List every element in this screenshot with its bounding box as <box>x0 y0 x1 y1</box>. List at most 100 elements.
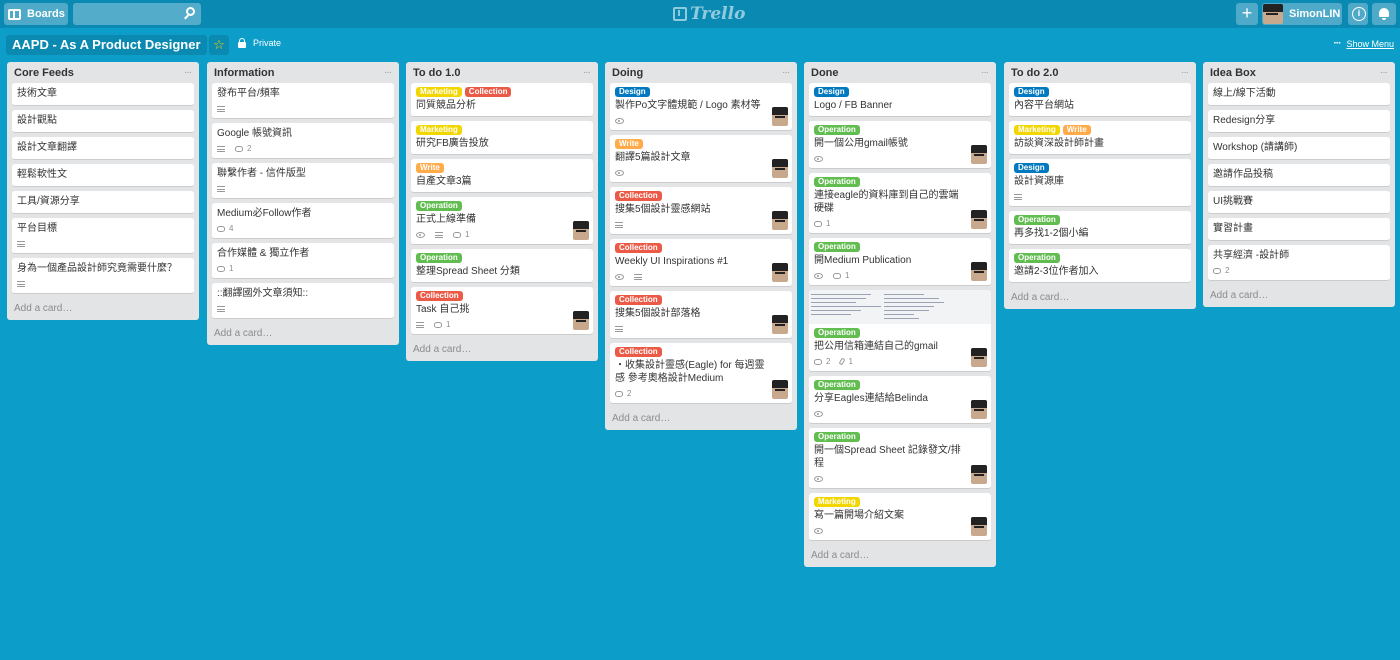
list-menu-icon[interactable]: ··· <box>981 67 989 78</box>
card[interactable]: 技術文章 <box>12 83 194 106</box>
list-menu-icon[interactable]: ··· <box>782 67 790 78</box>
list-title[interactable]: Doing <box>612 67 643 79</box>
list-menu-icon[interactable]: ··· <box>184 67 192 78</box>
card[interactable]: Operation 再多找1-2個小編 <box>1009 211 1191 245</box>
member-avatar[interactable] <box>573 311 589 330</box>
card[interactable]: Marketing 寫一篇開場介紹文案 <box>809 493 991 541</box>
card[interactable]: UI挑戰賽 <box>1208 191 1390 214</box>
member-avatar[interactable] <box>971 145 987 164</box>
card[interactable]: Workshop (請講師) <box>1208 137 1390 160</box>
member-avatar[interactable] <box>772 107 788 126</box>
star-icon[interactable]: ☆ <box>209 35 229 55</box>
list-menu-icon[interactable]: ··· <box>384 67 392 78</box>
visibility-button[interactable]: Private <box>238 37 281 48</box>
card[interactable]: Operation 開一個Spread Sheet 記錄發文/排程 <box>809 428 991 489</box>
card[interactable]: 聯繫作者 - 信件版型 <box>212 163 394 199</box>
boards-button[interactable]: Boards <box>4 3 68 25</box>
card[interactable]: 共享經濟 -設計師 2 <box>1208 245 1390 281</box>
card[interactable]: 設計觀點 <box>12 110 194 133</box>
card[interactable]: Marketing 研究FB廣告投放 <box>411 121 593 155</box>
search-icon[interactable] <box>186 7 195 16</box>
card[interactable]: Marketing Collection 同質競品分析 <box>411 83 593 117</box>
member-avatar[interactable] <box>971 348 987 367</box>
card[interactable]: ::翻譯國外文章須知:: <box>212 283 394 319</box>
member-avatar[interactable] <box>772 159 788 178</box>
show-menu-button[interactable]: ··· Show Menu <box>1333 38 1394 49</box>
info-button[interactable] <box>1348 3 1368 25</box>
card[interactable]: Redesign分享 <box>1208 110 1390 133</box>
card[interactable]: Operation 把公用信箱連結自己的gmail 2 1 <box>809 290 991 372</box>
card[interactable]: Collection 搜集5個設計靈感網站 <box>610 187 792 235</box>
list-menu-icon[interactable]: ··· <box>583 67 591 78</box>
add-card-link[interactable]: Add a card… <box>1208 285 1390 307</box>
add-card-link[interactable]: Add a card… <box>1009 287 1191 309</box>
list-header: To do 1.0 ··· <box>411 62 593 83</box>
card-labels: Operation <box>416 253 588 263</box>
card[interactable]: Write 翻譯5篇設計文章 <box>610 135 792 183</box>
list-title[interactable]: Core Feeds <box>14 67 74 79</box>
card[interactable]: Operation 整理Spread Sheet 分類 <box>411 249 593 283</box>
member-avatar[interactable] <box>971 262 987 281</box>
card[interactable]: 實習計畫 <box>1208 218 1390 241</box>
paperclip-icon <box>838 357 846 366</box>
member-avatar[interactable] <box>772 315 788 334</box>
list-title[interactable]: Idea Box <box>1210 67 1256 79</box>
member-avatar[interactable] <box>971 210 987 229</box>
card[interactable]: Collection Weekly UI Inspirations #1 <box>610 239 792 287</box>
label-write: Write <box>1062 125 1091 135</box>
comment-count: 4 <box>229 224 234 233</box>
card[interactable]: Collection ・收集設計靈感(Eagle) for 每週靈感 參考奧格設計… <box>610 343 792 404</box>
member-avatar[interactable] <box>971 400 987 419</box>
card[interactable]: 工具/資源分享 <box>12 191 194 214</box>
card[interactable]: 平台目標 <box>12 218 194 254</box>
card[interactable]: 合作媒體 & 獨立作者 1 <box>212 243 394 279</box>
add-card-link[interactable]: Add a card… <box>12 298 194 320</box>
card[interactable]: 輕鬆軟性文 <box>12 164 194 187</box>
card[interactable]: Operation 邀請2-3位作者加入 <box>1009 249 1191 283</box>
card[interactable]: 設計文章翻譯 <box>12 137 194 160</box>
card[interactable]: Operation 正式上線準備 1 <box>411 197 593 245</box>
card[interactable]: Operation 開一個公用gmail帳號 <box>809 121 991 169</box>
add-button[interactable]: + <box>1236 3 1258 25</box>
card[interactable]: Marketing Write 訪談資深設計師計畫 <box>1009 121 1191 155</box>
list-title[interactable]: Done <box>811 67 839 79</box>
card[interactable]: 發布平台/頻率 <box>212 83 394 119</box>
add-card-link[interactable]: Add a card… <box>411 339 593 361</box>
card[interactable]: Design 製作Po文字體規範 / Logo 素材等 <box>610 83 792 131</box>
card-badges: 2 <box>217 143 389 154</box>
card[interactable]: Write 自產文章3篇 <box>411 159 593 193</box>
member-avatar[interactable] <box>971 465 987 484</box>
card[interactable]: 邀請作品投稿 <box>1208 164 1390 187</box>
add-card-link[interactable]: Add a card… <box>809 545 991 567</box>
list-title[interactable]: Information <box>214 67 275 79</box>
card[interactable]: 身為一個產品設計師究竟需要什麼？ <box>12 258 194 294</box>
search-input[interactable] <box>73 3 201 25</box>
member-avatar[interactable] <box>573 221 589 240</box>
card[interactable]: Operation 連接eagle的資料庫到自己的雲端硬碟 1 <box>809 173 991 234</box>
card[interactable]: Google 帳號資訊 2 <box>212 123 394 159</box>
list-menu-icon[interactable]: ··· <box>1181 67 1189 78</box>
member-avatar[interactable] <box>971 517 987 536</box>
member-avatar[interactable] <box>772 380 788 399</box>
member-avatar[interactable] <box>772 263 788 282</box>
member-avatar[interactable] <box>772 211 788 230</box>
card[interactable]: Collection 搜集5個設計部落格 <box>610 291 792 339</box>
card[interactable]: Design 內容平台網站 <box>1009 83 1191 117</box>
card[interactable]: Design Logo / FB Banner <box>809 83 991 117</box>
card[interactable]: Medium必Follow作者 4 <box>212 203 394 239</box>
board-title[interactable]: AAPD - As A Product Designer <box>6 35 207 55</box>
list-to-do-2-0: To do 2.0 ··· Design 內容平台網站 Marketing Write 訪談… <box>1004 62 1196 309</box>
list-title[interactable]: To do 2.0 <box>1011 67 1058 79</box>
trello-logo[interactable]: Trello <box>673 4 745 24</box>
card[interactable]: 線上/線下活動 <box>1208 83 1390 106</box>
card[interactable]: Operation 開Medium Publication 1 <box>809 238 991 286</box>
notifications-bell-icon[interactable] <box>1372 3 1396 25</box>
list-title[interactable]: To do 1.0 <box>413 67 460 79</box>
card[interactable]: Design 設計資源庫 <box>1009 159 1191 207</box>
user-menu-button[interactable]: SimonLIN <box>1262 3 1342 25</box>
add-card-link[interactable]: Add a card… <box>610 408 792 430</box>
card[interactable]: Collection Task 自己挑 1 <box>411 287 593 335</box>
list-menu-icon[interactable]: ··· <box>1380 67 1388 78</box>
card[interactable]: Operation 分享Eagles連結給Belinda <box>809 376 991 424</box>
add-card-link[interactable]: Add a card… <box>212 323 394 345</box>
